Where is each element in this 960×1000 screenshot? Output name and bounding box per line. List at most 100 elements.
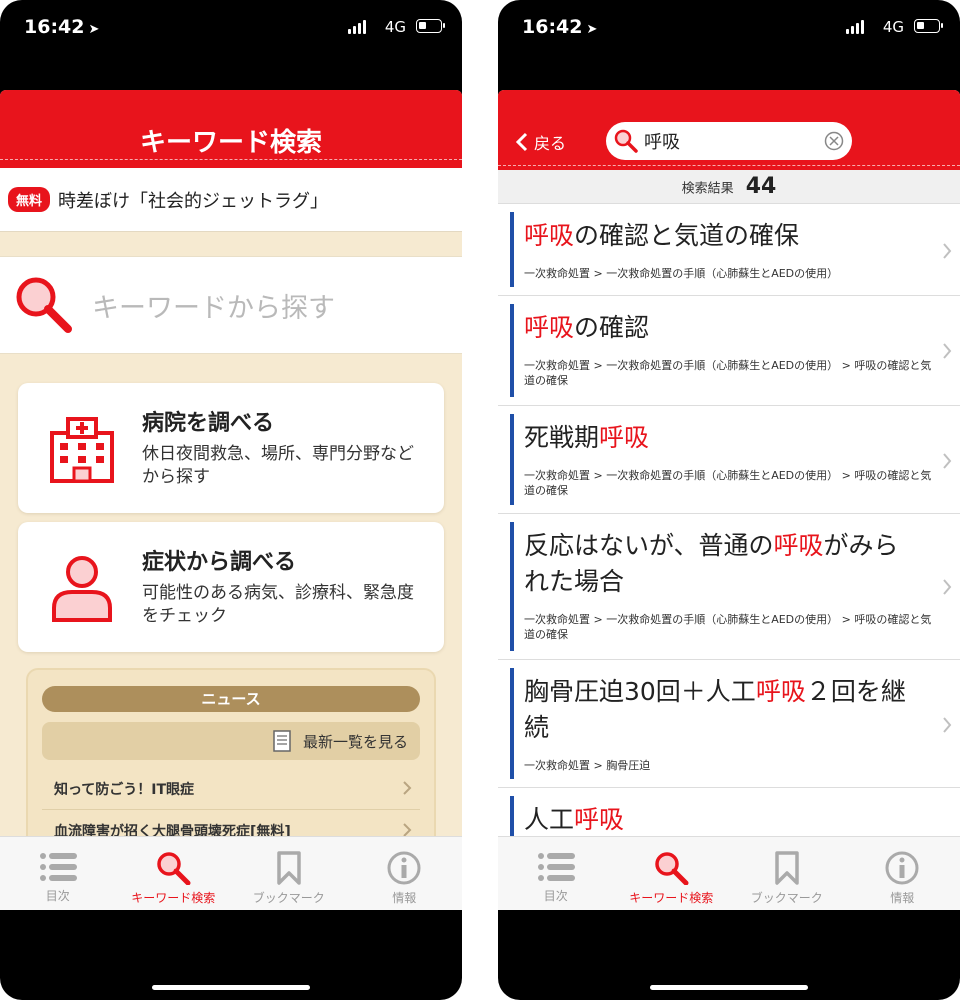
info-icon <box>885 851 919 885</box>
phone-left: 16:42 ➤ 4G キーワード検索 無料 時差ぼけ「社会的ジェットラグ」 キーワ… <box>0 0 462 1000</box>
results-list: 呼吸の確認と気道の確保 一次救命処置 > 一次救命処置の手順（心肺蘇生とAEDの… <box>498 204 960 836</box>
nav-bar: 戻る 呼吸 <box>498 90 960 170</box>
list-icon <box>39 853 77 881</box>
search-placeholder: キーワードから探す <box>92 292 335 324</box>
card-description: 可能性のある病気、診療科、緊急度をチェック <box>142 583 414 626</box>
document-icon <box>273 730 291 752</box>
title-text: の確認 <box>574 313 650 342</box>
result-item[interactable]: 胸骨圧迫30回＋人工呼吸２回を継続 一次救命処置 > 胸骨圧迫 <box>498 660 960 788</box>
result-item[interactable]: 人工呼吸 <box>498 788 960 836</box>
back-button[interactable]: 戻る <box>516 130 566 154</box>
search-icon <box>614 129 638 153</box>
result-path: 一次救命処置 > 一次救命処置の手順（心肺蘇生とAEDの使用） > 呼吸の確認と… <box>524 469 932 497</box>
hospital-search-card[interactable]: 病院を調べる 休日夜間救急、場所、専門分野などから探す <box>18 383 444 513</box>
battery-icon <box>416 19 445 33</box>
tab-bookmark[interactable]: ブックマーク <box>729 837 845 910</box>
status-time: 16:42 ➤ <box>522 16 597 38</box>
location-arrow-icon: ➤ <box>88 22 100 37</box>
card-description: 休日夜間救急、場所、専門分野などから探す <box>142 444 414 487</box>
network-label: 4G <box>384 18 406 36</box>
result-accent-bar <box>510 304 514 397</box>
result-accent-bar <box>510 522 514 651</box>
title-text: の確認と気道の確保 <box>574 221 800 250</box>
tab-keyword-search[interactable]: キーワード検索 <box>614 837 730 910</box>
search-icon <box>157 852 191 885</box>
chevron-left-icon <box>516 132 528 152</box>
tab-bookmark[interactable]: ブックマーク <box>231 837 347 910</box>
page-title: キーワード検索 <box>139 128 322 158</box>
status-time: 16:42 ➤ <box>24 16 99 38</box>
news-item-title: 知って防ごう！IT眼症 <box>54 781 195 798</box>
tab-info[interactable]: 情報 <box>845 837 960 910</box>
search-icon <box>655 852 689 885</box>
keyword-search-field[interactable]: キーワードから探す <box>0 256 462 354</box>
tab-keyword-search[interactable]: キーワード検索 <box>116 837 232 910</box>
result-count-bar: 検索結果 44 <box>498 170 960 204</box>
chevron-right-icon <box>403 781 412 795</box>
time-text: 16:42 <box>24 16 85 38</box>
view-all-label: 最新一覧を見る <box>302 732 408 751</box>
news-item[interactable]: 知って防ごう！IT眼症 <box>42 768 420 810</box>
card-title: 症状から調べる <box>142 550 297 575</box>
card-title: 病院を調べる <box>142 411 275 436</box>
keyword-highlight: 呼吸 <box>755 677 806 706</box>
tab-bar: 目次 キーワード検索 ブックマーク 情報 <box>0 836 462 910</box>
search-results-screen: 戻る 呼吸 検索結果 44 呼吸の確認と気道の確保 一次救命処置 > 一次救命処… <box>498 90 960 910</box>
search-input[interactable]: 呼吸 <box>606 122 852 160</box>
status-bar: 16:42 ➤ 4G <box>498 0 960 56</box>
tab-label: キーワード検索 <box>131 891 216 905</box>
keyword-search-screen: キーワード検索 無料 時差ぼけ「社会的ジェットラグ」 キーワードから探す 病院を… <box>0 90 462 910</box>
result-item[interactable]: 死戦期呼吸 一次救命処置 > 一次救命処置の手順（心肺蘇生とAEDの使用） > … <box>498 406 960 514</box>
keyword-highlight: 呼吸 <box>773 531 824 560</box>
tab-label: 目次 <box>45 889 70 903</box>
result-accent-bar <box>510 414 514 505</box>
result-title: 反応はないが、普通の呼吸がみられた場合 <box>524 528 920 600</box>
notice-text: 時差ぼけ「社会的ジェットラグ」 <box>58 190 329 212</box>
result-count: 44 <box>745 174 777 199</box>
home-indicator[interactable] <box>650 985 808 990</box>
tab-label: 情報 <box>392 891 417 905</box>
keyword-highlight: 呼吸 <box>524 221 575 250</box>
back-label: 戻る <box>534 134 567 153</box>
result-path: 一次救命処置 > 一次救命処置の手順（心肺蘇生とAEDの使用） > 呼吸の確認と… <box>524 359 932 387</box>
title-text: 死戦期 <box>524 423 600 452</box>
chevron-right-icon <box>943 343 952 359</box>
result-item[interactable]: 呼吸の確認と気道の確保 一次救命処置 > 一次救命処置の手順（心肺蘇生とAEDの… <box>498 204 960 296</box>
bookmark-icon <box>775 851 799 885</box>
tab-label: キーワード検索 <box>629 891 714 905</box>
tab-label: ブックマーク <box>252 891 325 905</box>
result-path: 一次救命処置 > 胸骨圧迫 <box>524 759 651 772</box>
network-label: 4G <box>882 18 904 36</box>
result-count-label: 検索結果 <box>681 181 734 197</box>
tab-contents[interactable]: 目次 <box>498 837 614 910</box>
battery-icon <box>914 19 943 33</box>
phone-right: 16:42 ➤ 4G 戻る 呼吸 検索結果 44 呼吸の確認と気道の確保 一次救… <box>498 0 960 1000</box>
result-item[interactable]: 反応はないが、普通の呼吸がみられた場合 一次救命処置 > 一次救命処置の手順（心… <box>498 514 960 660</box>
chevron-right-icon <box>943 453 952 469</box>
magnifier-icon <box>16 277 72 333</box>
title-text: 反応はないが、普通の <box>524 531 774 560</box>
keyword-highlight: 呼吸 <box>574 805 625 834</box>
tab-label: 目次 <box>543 889 568 903</box>
nav-bar: キーワード検索 <box>0 90 462 168</box>
time-text: 16:42 <box>522 16 583 38</box>
tab-bar: 目次 キーワード検索 ブックマーク 情報 <box>498 836 960 910</box>
keyword-highlight: 呼吸 <box>524 313 575 342</box>
view-all-news-button[interactable]: 最新一覧を見る <box>42 722 420 760</box>
result-title: 呼吸の確認 <box>524 310 920 346</box>
result-path: 一次救命処置 > 一次救命処置の手順（心肺蘇生とAEDの使用） <box>524 267 839 280</box>
symptom-search-card[interactable]: 症状から調べる 可能性のある病気、診療科、緊急度をチェック <box>18 522 444 652</box>
tab-info[interactable]: 情報 <box>347 837 463 910</box>
result-accent-bar <box>510 668 514 779</box>
chevron-right-icon <box>943 717 952 733</box>
tab-label: ブックマーク <box>750 891 823 905</box>
notice-banner[interactable]: 無料 時差ぼけ「社会的ジェットラグ」 <box>0 168 462 232</box>
tab-contents[interactable]: 目次 <box>0 837 116 910</box>
clear-icon[interactable] <box>824 131 844 151</box>
hospital-icon <box>50 417 114 483</box>
free-badge: 無料 <box>8 187 51 212</box>
result-item[interactable]: 呼吸の確認 一次救命処置 > 一次救命処置の手順（心肺蘇生とAEDの使用） > … <box>498 296 960 406</box>
bookmark-icon <box>277 851 301 885</box>
status-bar: 16:42 ➤ 4G <box>0 0 462 56</box>
home-indicator[interactable] <box>152 985 310 990</box>
